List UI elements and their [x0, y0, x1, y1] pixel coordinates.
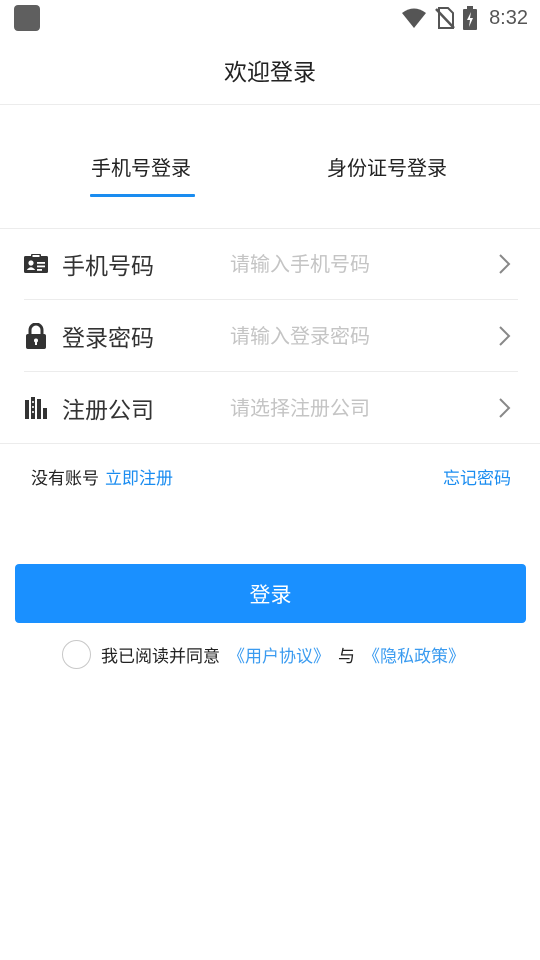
agreement-checkbox[interactable]: [62, 640, 91, 669]
lock-icon: [24, 322, 48, 349]
app-notification-icon: [14, 5, 40, 31]
tab-id-card-login[interactable]: 身份证号登录: [327, 152, 447, 181]
phone-input[interactable]: [230, 251, 480, 276]
phone-label: 手机号码: [62, 253, 154, 280]
battery-charging-icon: [463, 6, 478, 30]
register-link[interactable]: 立即注册: [105, 469, 173, 489]
login-form: 手机号码 登录密码: [24, 228, 518, 443]
password-input[interactable]: [230, 323, 480, 348]
password-row[interactable]: 登录密码: [24, 300, 518, 372]
page-title: 欢迎登录: [224, 60, 316, 86]
chevron-right-icon: [499, 326, 511, 346]
tab-phone-login[interactable]: 手机号登录: [91, 152, 191, 181]
active-tab-indicator: [90, 194, 195, 197]
wifi-icon: [402, 8, 427, 28]
phone-row[interactable]: 手机号码: [24, 228, 518, 300]
forgot-password-link[interactable]: 忘记密码: [443, 464, 511, 489]
clock: 8:32: [489, 6, 528, 29]
agreement-and-text: 与: [338, 647, 355, 667]
login-button[interactable]: 登录: [15, 564, 526, 623]
header: 欢迎登录: [0, 36, 540, 105]
divider: [0, 443, 540, 444]
no-account-text: 没有账号: [31, 469, 99, 489]
status-icons: 8:32: [401, 4, 528, 32]
id-card-icon: [24, 252, 48, 276]
agreement-text: 我已阅读并同意: [101, 647, 220, 667]
login-tabs: 手机号登录 身份证号登录: [0, 105, 540, 229]
company-select[interactable]: [230, 395, 480, 420]
status-bar: 8:32: [0, 0, 540, 36]
no-sim-icon: [435, 7, 455, 29]
user-agreement-link[interactable]: 《用户协议》: [228, 642, 330, 667]
building-icon: [24, 396, 48, 420]
company-row[interactable]: 注册公司: [24, 372, 518, 443]
chevron-right-icon: [499, 398, 511, 418]
chevron-right-icon: [499, 254, 511, 274]
account-links: 没有账号 立即注册 忘记密码: [31, 464, 511, 489]
agreement: 我已阅读并同意 《用户协议》 与 《隐私政策》: [62, 639, 473, 670]
privacy-policy-link[interactable]: 《隐私政策》: [363, 642, 465, 667]
password-label: 登录密码: [62, 325, 154, 352]
company-label: 注册公司: [62, 397, 154, 424]
